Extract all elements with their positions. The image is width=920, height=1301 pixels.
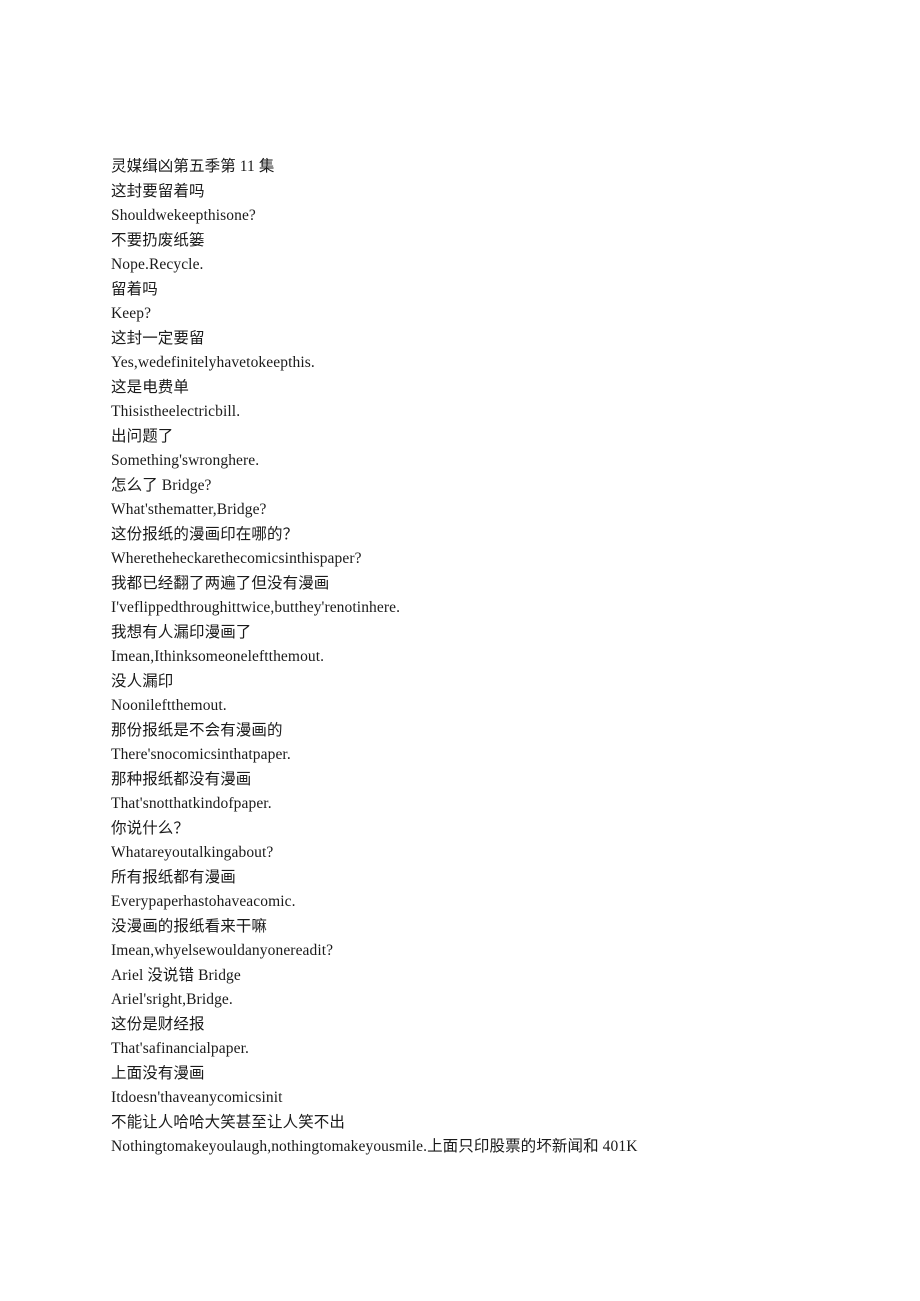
transcript-line: I'veflippedthroughittwice,butthey'renoti… [111,599,401,616]
transcript-line: 上面没有漫画 [111,1064,205,1082]
transcript-line: 不能让人哈哈大笑甚至让人笑不出 [111,1113,346,1131]
transcript-line: 我都已经翻了两遍了但没有漫画 [111,574,330,592]
transcript-line: Wheretheheckarethecomicsinthispaper? [111,550,362,567]
transcript-line: What'sthematter,Bridge? [111,501,267,518]
transcript-line: 怎么了 Bridge? [111,476,212,494]
transcript-line: Nope.Recycle. [111,256,204,273]
transcript-line: 所有报纸都有漫画 [111,868,236,886]
transcript-line: 我想有人漏印漫画了 [111,623,252,641]
transcript-line: Shouldwekeepthisone? [111,207,256,224]
transcript-line: Noonileftthemout. [111,697,227,714]
transcript-line: 这是电费单 [111,378,190,396]
transcript-line: 灵媒缉凶第五季第 11 集 [111,158,275,175]
transcript-line: 你说什么？ [111,819,190,837]
transcript-body: 灵媒缉凶第五季第 11 集 这封要留着吗 Shouldwekeepthisone… [111,155,811,1160]
transcript-line: 没人漏印 [111,672,174,690]
transcript-line: 留着吗 [111,280,158,298]
transcript-line: 那种报纸都没有漫画 [111,770,252,788]
document-page: 灵媒缉凶第五季第 11 集 这封要留着吗 Shouldwekeepthisone… [0,0,920,1301]
transcript-line: Something'swronghere. [111,452,260,469]
transcript-line: 出问题了 [111,427,174,445]
transcript-line: Yes,wedefinitelyhavetokeepthis. [111,354,315,371]
transcript-line: Whatareyoutalkingabout? [111,844,274,861]
transcript-line: Imean,whyelsewouldanyonereadit? [111,942,334,959]
transcript-line: Nothingtomakeyoulaugh,nothingtomakeyousm… [111,1138,638,1155]
transcript-line: 这份报纸的漫画印在哪的？ [111,525,299,543]
transcript-line: That'snotthatkindofpaper. [111,795,272,812]
transcript-line: Ariel'sright,Bridge. [111,991,233,1008]
transcript-line: Imean,Ithinksomeoneleftthemout. [111,648,325,665]
transcript-line: 没漫画的报纸看来干嘛 [111,917,268,935]
transcript-line: Everypaperhastohaveacomic. [111,893,296,910]
transcript-line: That'safinancialpaper. [111,1040,249,1057]
transcript-line: Keep? [111,305,152,322]
transcript-line: 这份是财经报 [111,1015,205,1033]
transcript-line: Thisistheelectricbill. [111,403,241,420]
transcript-line: 这封一定要留 [111,329,205,347]
transcript-line: Itdoesn'thaveanycomicsinit [111,1089,283,1106]
transcript-line: There'snocomicsinthatpaper. [111,746,291,763]
transcript-line: 这封要留着吗 [111,182,205,200]
transcript-line: 那份报纸是不会有漫画的 [111,721,283,739]
transcript-line: Ariel 没说错 Bridge [111,966,241,984]
transcript-line: 不要扔废纸篓 [111,231,205,249]
